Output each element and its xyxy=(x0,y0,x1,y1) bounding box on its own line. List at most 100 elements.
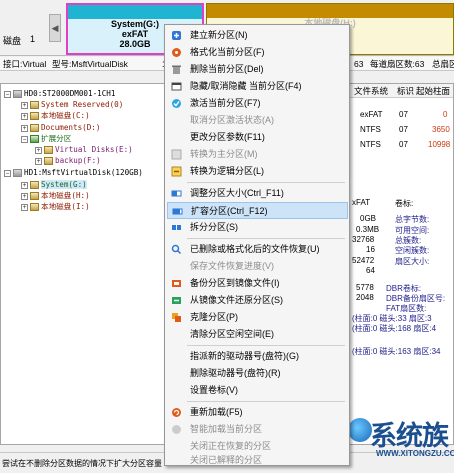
activate-icon xyxy=(172,99,181,108)
menu-item-deactivate[interactable]: 取消分区激活状态(A) xyxy=(167,112,348,129)
partition-color-stripe xyxy=(207,4,453,18)
menu-separator xyxy=(187,238,345,239)
extended-partition-icon xyxy=(30,135,39,143)
cell-fs: NTFS xyxy=(360,125,381,134)
menu-item-recover-files[interactable]: 已删除或格式化后的文件恢复(U) xyxy=(167,241,348,258)
partition-icon xyxy=(30,112,39,120)
partition-icon xyxy=(30,203,39,211)
menu-item-delete[interactable]: 删除当前分区(Del) xyxy=(167,61,348,78)
menu-item-label: 拆分分区(S) xyxy=(190,222,238,232)
menu-item-smart-load[interactable]: 智能加载当前分区 xyxy=(167,421,348,438)
menu-item-split[interactable]: 拆分分区(S) xyxy=(167,219,348,236)
backup-icon xyxy=(172,280,181,287)
disk-map-scroll-left-button[interactable]: ◀ xyxy=(49,14,61,42)
menu-item-set-label[interactable]: 设置卷标(V) xyxy=(167,382,348,399)
detail-value: 16 xyxy=(366,245,375,254)
tree-node-hd1[interactable]: − HD1:MsftVirtualDisk(120GB) xyxy=(4,167,143,178)
disk-icon xyxy=(13,90,22,98)
detail-vol-label-key: 卷标: xyxy=(395,199,414,208)
menu-separator xyxy=(187,401,345,402)
tree-node-partition[interactable]: + Documents(D:) xyxy=(21,122,100,133)
detail-key: 总字节数: xyxy=(395,215,430,224)
table-row[interactable]: exFAT 07 0 xyxy=(350,108,453,122)
menu-item-convert-primary[interactable]: 转换为主分区(M) xyxy=(167,146,348,163)
menu-item-clear-free-space[interactable]: 清除分区空闲空间(E) xyxy=(167,326,348,343)
menu-item-expand-partition[interactable]: 扩容分区(Ctrl_F12) xyxy=(167,202,348,219)
expand-icon[interactable]: + xyxy=(21,112,28,120)
expand-icon[interactable]: + xyxy=(21,203,28,211)
partition-context-menu[interactable]: 建立新分区(N) 格式化当前分区(F) 删除当前分区(Del) 隐藏/取消隐藏 … xyxy=(164,24,350,466)
menu-item-label: 已删除或格式化后的文件恢复(U) xyxy=(190,244,320,254)
menu-item-save-progress[interactable]: 保存文件恢复进度(V) xyxy=(167,258,348,275)
model-info: 型号:MsftVirtualDisk xyxy=(52,59,128,69)
menu-item-hide[interactable]: 隐藏/取消隐藏 当前分区(F4) xyxy=(167,78,348,95)
menu-item-close-interpreted[interactable]: 关闭已解释的分区 xyxy=(167,455,348,465)
detail-value: 32768 xyxy=(352,235,375,244)
expand-icon[interactable]: + xyxy=(21,124,28,132)
partition-icon xyxy=(30,181,39,189)
menu-item-assign-letter[interactable]: 指派新的驱动器号(盘符)(G) xyxy=(167,348,348,365)
tree-node-label: 本地磁盘(I:) xyxy=(41,202,90,211)
tree-node-partition[interactable]: + backup(F:) xyxy=(35,155,101,166)
tree-node-hd0[interactable]: − HD0:ST2000DM001-1CH1 xyxy=(4,88,115,99)
menu-item-reload[interactable]: 重新加载(F5) xyxy=(167,404,348,421)
menu-item-label: 删除当前分区(Del) xyxy=(190,64,264,74)
tree-node-label: 本地磁盘(C:) xyxy=(41,111,90,120)
convert-primary-icon xyxy=(171,149,182,160)
menu-item-label: 更改分区参数(F11) xyxy=(190,132,265,142)
expand-icon[interactable]: + xyxy=(35,146,42,154)
menu-item-format[interactable]: 格式化当前分区(F) xyxy=(167,44,348,61)
tree-node-partition[interactable]: + 本地磁盘(I:) xyxy=(21,201,90,212)
expand-icon[interactable]: + xyxy=(21,181,28,189)
table-row[interactable]: NTFS 07 3650 xyxy=(350,123,453,137)
expand-icon[interactable]: + xyxy=(21,192,28,200)
menu-item-activate[interactable]: 激活当前分区(F7) xyxy=(167,95,348,112)
cell-id: 07 xyxy=(399,110,408,119)
tree-node-label: 本地磁盘(H:) xyxy=(41,191,90,200)
partition-icon xyxy=(30,101,39,109)
menu-item-label: 转换为逻辑分区(L) xyxy=(190,166,264,176)
collapse-icon[interactable]: − xyxy=(4,169,11,177)
menu-item-change-params[interactable]: 更改分区参数(F11) xyxy=(167,129,348,146)
menu-item-close-recovering[interactable]: 关闭正在恢复的分区 xyxy=(167,438,348,455)
status-text: 尝试在不删除分区数据的情况下扩大分区容量 xyxy=(2,459,162,468)
cell-id: 07 xyxy=(399,125,408,134)
expand-icon[interactable]: + xyxy=(21,101,28,109)
menu-item-label: 隐藏/取消隐藏 当前分区(F4) xyxy=(190,81,302,91)
menu-item-label: 删除驱动器号(盘符)(R) xyxy=(190,368,281,378)
cell-id: 07 xyxy=(399,140,408,149)
watermark-url: WWW.XITONGZU.COM xyxy=(376,449,454,458)
left-arrow-icon: ◀ xyxy=(51,23,59,33)
menu-item-label: 设置卷标(V) xyxy=(190,385,238,395)
tree-node-partition-selected[interactable]: + System(G:) xyxy=(21,179,87,190)
tree-node-partition[interactable]: + 本地磁盘(C:) xyxy=(21,110,90,121)
expand-icon[interactable]: + xyxy=(35,157,42,165)
menu-item-clone[interactable]: 克隆分区(P) xyxy=(167,309,348,326)
tree-node-partition[interactable]: + System Reserved(0) xyxy=(21,99,123,110)
tree-node-label: System Reserved(0) xyxy=(41,100,124,109)
tree-node-partition[interactable]: + 本地磁盘(H:) xyxy=(21,190,90,201)
cell-start: 0 xyxy=(443,110,448,119)
column-header-fs[interactable]: 文件系统 xyxy=(354,84,388,98)
menu-item-label: 取消分区激活状态(A) xyxy=(190,115,274,125)
cell-start: 10998 xyxy=(428,140,451,149)
cell-start: 3650 xyxy=(432,125,450,134)
collapse-icon[interactable]: − xyxy=(21,135,28,143)
column-header-id[interactable]: 标识 xyxy=(397,84,414,98)
column-header-start[interactable]: 起始柱面 xyxy=(416,84,450,98)
menu-item-label: 从镜像文件还原分区(S) xyxy=(190,295,283,305)
menu-item-backup-image[interactable]: 备份分区到镜像文件(I) xyxy=(167,275,348,292)
tree-node-extended[interactable]: − 扩展分区 xyxy=(21,133,71,144)
menu-item-remove-letter[interactable]: 删除驱动器号(盘符)(R) xyxy=(167,365,348,382)
menu-item-resize[interactable]: 调整分区大小(Ctrl_F11) xyxy=(167,185,348,202)
table-row[interactable]: NTFS 07 10998 xyxy=(350,138,453,152)
reload-icon xyxy=(172,408,181,417)
collapse-icon[interactable]: − xyxy=(4,90,11,98)
detail-value: 52472 xyxy=(352,256,375,265)
menu-item-convert-logical[interactable]: 转换为逻辑分区(L) xyxy=(167,163,348,180)
menu-item-new-partition[interactable]: 建立新分区(N) xyxy=(167,27,348,44)
tree-node-partition[interactable]: + Virtual Disks(E:) xyxy=(35,144,133,155)
sectors-per-track: 63 xyxy=(354,59,364,69)
menu-item-restore-image[interactable]: 从镜像文件还原分区(S) xyxy=(167,292,348,309)
disk-tree[interactable]: − HD0:ST2000DM001-1CH1 + System Reserved(0… xyxy=(0,83,174,445)
